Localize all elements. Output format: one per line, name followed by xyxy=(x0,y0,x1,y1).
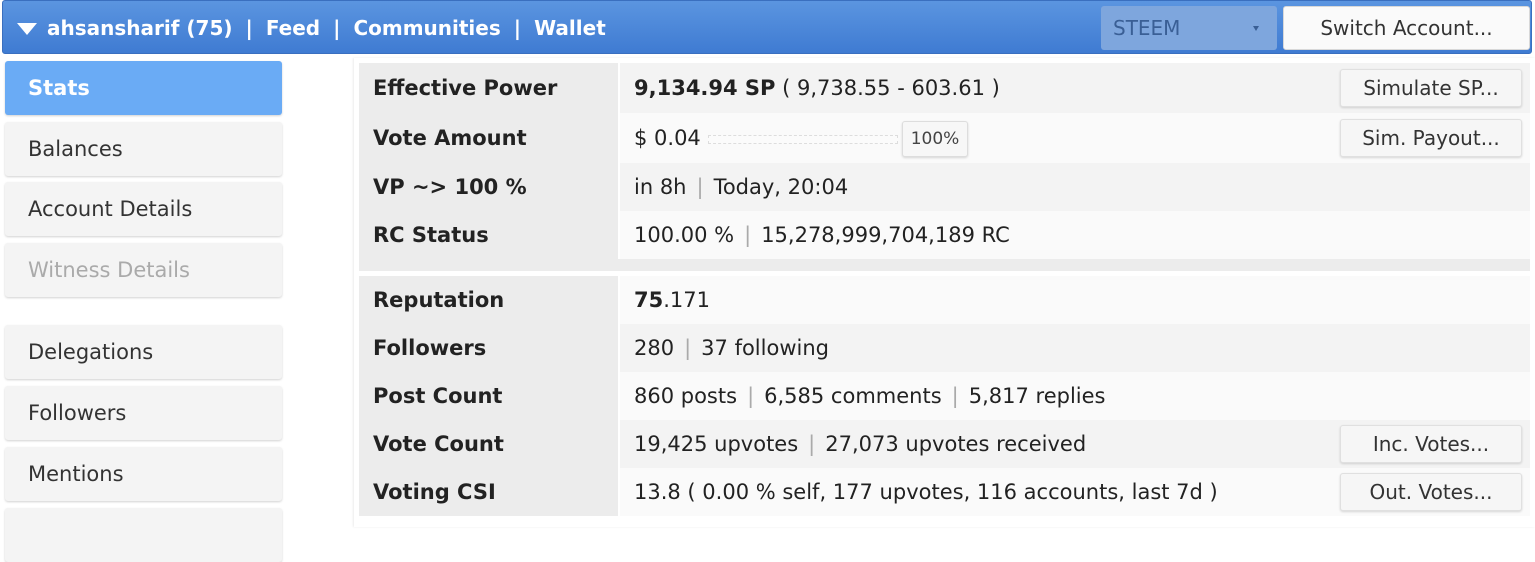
divider: | xyxy=(696,175,704,199)
divider: | xyxy=(808,432,816,456)
vote-weight-handle[interactable]: 100% xyxy=(902,121,968,157)
row-vote-count: Vote Count 19,425 upvotes | 27,073 upvot… xyxy=(359,420,1530,468)
row-label: RC Status xyxy=(359,211,620,259)
top-nav-bar: ahsansharif (75) | Feed | Communities | … xyxy=(2,0,1532,54)
vp-time: Today, 20:04 xyxy=(713,175,849,199)
row-reputation: Reputation 75.171 xyxy=(359,276,1530,324)
simulate-sp-button[interactable]: Simulate SP... xyxy=(1340,69,1522,107)
row-label: Followers xyxy=(359,324,620,372)
row-followers: Followers 280 | 37 following xyxy=(359,324,1530,372)
row-label: Vote Amount xyxy=(359,113,620,163)
nav-separator: | xyxy=(513,16,522,40)
account-menu[interactable]: ahsansharif (75) xyxy=(47,16,233,40)
row-post-count: Post Count 860 posts | 6,585 comments | … xyxy=(359,372,1530,420)
caret-down-icon[interactable] xyxy=(17,23,37,35)
section-divider xyxy=(359,259,1530,271)
sp-value: 9,134.94 SP xyxy=(634,76,776,100)
following-count: 37 following xyxy=(701,336,829,360)
chevron-down-icon xyxy=(1253,26,1259,31)
row-value: 75.171 xyxy=(620,276,1530,324)
divider: | xyxy=(747,384,755,408)
nav-separator: | xyxy=(333,16,341,40)
row-label: Voting CSI xyxy=(359,468,620,516)
posts-count: 860 posts xyxy=(634,384,738,408)
out-votes-button[interactable]: Out. Votes... xyxy=(1340,473,1522,511)
row-value: 9,134.94 SP ( 9,738.55 - 603.61 ) Simula… xyxy=(620,63,1530,113)
voting-csi-value: 13.8 ( 0.00 % self, 177 upvotes, 116 acc… xyxy=(634,480,1218,504)
currency-select[interactable]: STEEM xyxy=(1101,6,1277,50)
reputation-decimal: .171 xyxy=(663,288,710,312)
row-value: 13.8 ( 0.00 % self, 177 upvotes, 116 acc… xyxy=(620,468,1530,516)
row-value: $ 0.04 100% Sim. Payout... xyxy=(620,113,1530,163)
followers-count: 280 xyxy=(634,336,675,360)
rc-percent: 100.00 % xyxy=(634,223,735,247)
row-value: 100.00 % | 15,278,999,704,189 RC xyxy=(620,211,1530,259)
row-value: 280 | 37 following xyxy=(620,324,1530,372)
replies-count: 5,817 replies xyxy=(968,384,1106,408)
upvotes-count: 19,425 upvotes xyxy=(634,432,799,456)
vote-weight-slider[interactable] xyxy=(708,135,898,144)
row-rc-status: RC Status 100.00 % | 15,278,999,704,189 … xyxy=(359,211,1530,259)
sidebar-item-stats[interactable]: Stats xyxy=(5,61,282,115)
stats-panel: Effective Power 9,134.94 SP ( 9,738.55 -… xyxy=(354,58,1535,527)
row-vote-amount: Vote Amount $ 0.04 100% Sim. Payout... xyxy=(359,113,1530,163)
nav-separator: | xyxy=(245,16,253,40)
row-voting-csi: Voting CSI 13.8 ( 0.00 % self, 177 upvot… xyxy=(359,468,1530,516)
nav-communities[interactable]: Communities xyxy=(353,16,500,40)
sidebar-item-mentions[interactable]: Mentions xyxy=(5,447,282,501)
sidebar-item-delegations[interactable]: Delegations xyxy=(5,325,282,379)
row-label: Effective Power xyxy=(359,63,620,113)
row-label: Vote Count xyxy=(359,420,620,468)
rc-amount: 15,278,999,704,189 RC xyxy=(761,223,1010,247)
row-label: Post Count xyxy=(359,372,620,420)
currency-select-value: STEEM xyxy=(1113,16,1181,40)
row-vp: VP ~> 100 % in 8h | Today, 20:04 xyxy=(359,163,1530,211)
sidebar-item-balances[interactable]: Balances xyxy=(5,122,282,176)
vote-amount-value: $ 0.04 xyxy=(634,126,701,150)
nav-wallet[interactable]: Wallet xyxy=(534,16,606,40)
row-label: Reputation xyxy=(359,276,620,324)
divider: | xyxy=(744,223,752,247)
reputation-whole: 75 xyxy=(634,288,664,312)
row-label: VP ~> 100 % xyxy=(359,163,620,211)
sidebar-item-account-details[interactable]: Account Details xyxy=(5,182,282,236)
vp-eta: in 8h xyxy=(634,175,687,199)
sidebar-item-next[interactable] xyxy=(5,508,282,562)
comments-count: 6,585 comments xyxy=(764,384,942,408)
row-value: 860 posts | 6,585 comments | 5,817 repli… xyxy=(620,372,1530,420)
divider: | xyxy=(951,384,959,408)
inc-votes-button[interactable]: Inc. Votes... xyxy=(1340,425,1522,463)
sidebar-item-witness-details: Witness Details xyxy=(5,243,282,297)
upvotes-received: 27,073 upvotes received xyxy=(825,432,1087,456)
row-value: 19,425 upvotes | 27,073 upvotes received… xyxy=(620,420,1530,468)
row-value: in 8h | Today, 20:04 xyxy=(620,163,1530,211)
nav-feed[interactable]: Feed xyxy=(266,16,320,40)
row-effective-power: Effective Power 9,134.94 SP ( 9,738.55 -… xyxy=(359,63,1530,113)
switch-account-button[interactable]: Switch Account... xyxy=(1283,6,1530,50)
divider: | xyxy=(684,336,692,360)
sp-detail: ( 9,738.55 - 603.61 ) xyxy=(782,76,1000,100)
sidebar-item-followers[interactable]: Followers xyxy=(5,386,282,440)
sim-payout-button[interactable]: Sim. Payout... xyxy=(1340,119,1522,157)
nav-links: ahsansharif (75) | Feed | Communities | … xyxy=(17,13,606,43)
